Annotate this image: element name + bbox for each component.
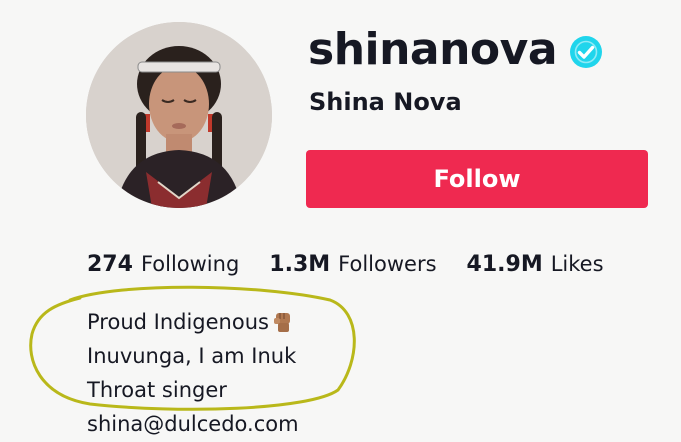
verified-check-icon (569, 35, 603, 69)
following-count: 274 (87, 252, 133, 277)
bio-email[interactable]: shina@dulcedo.com (87, 407, 299, 441)
likes-stat: 41.9M Likes (467, 252, 604, 277)
bio-line: Throat singer (87, 378, 227, 402)
following-label: Following (140, 252, 240, 276)
raised-fist-icon (271, 310, 295, 334)
bio-line: Inuvunga, I am Inuk (87, 344, 297, 368)
likes-label: Likes (550, 252, 604, 276)
followers-label: Followers (338, 252, 437, 276)
profile-display-name: Shina Nova (309, 88, 462, 116)
followers-count: 1.3M (269, 252, 331, 277)
followers-stat[interactable]: 1.3M Followers (269, 252, 436, 277)
bio-line: Proud Indigenous (87, 305, 299, 339)
avatar-photo (86, 22, 272, 208)
bio-line-text: Proud Indigenous (87, 310, 269, 334)
profile-stats: 274 Following 1.3M Followers 41.9M Likes (87, 252, 604, 277)
likes-count: 41.9M (466, 252, 543, 277)
profile-avatar[interactable] (86, 22, 272, 208)
follow-button[interactable]: Follow (306, 150, 648, 208)
profile-username: shinanova (308, 24, 558, 75)
following-stat[interactable]: 274 Following (87, 252, 239, 277)
profile-bio: Proud Indigenous Inuvunga, I am Inuk Thr… (87, 305, 299, 441)
